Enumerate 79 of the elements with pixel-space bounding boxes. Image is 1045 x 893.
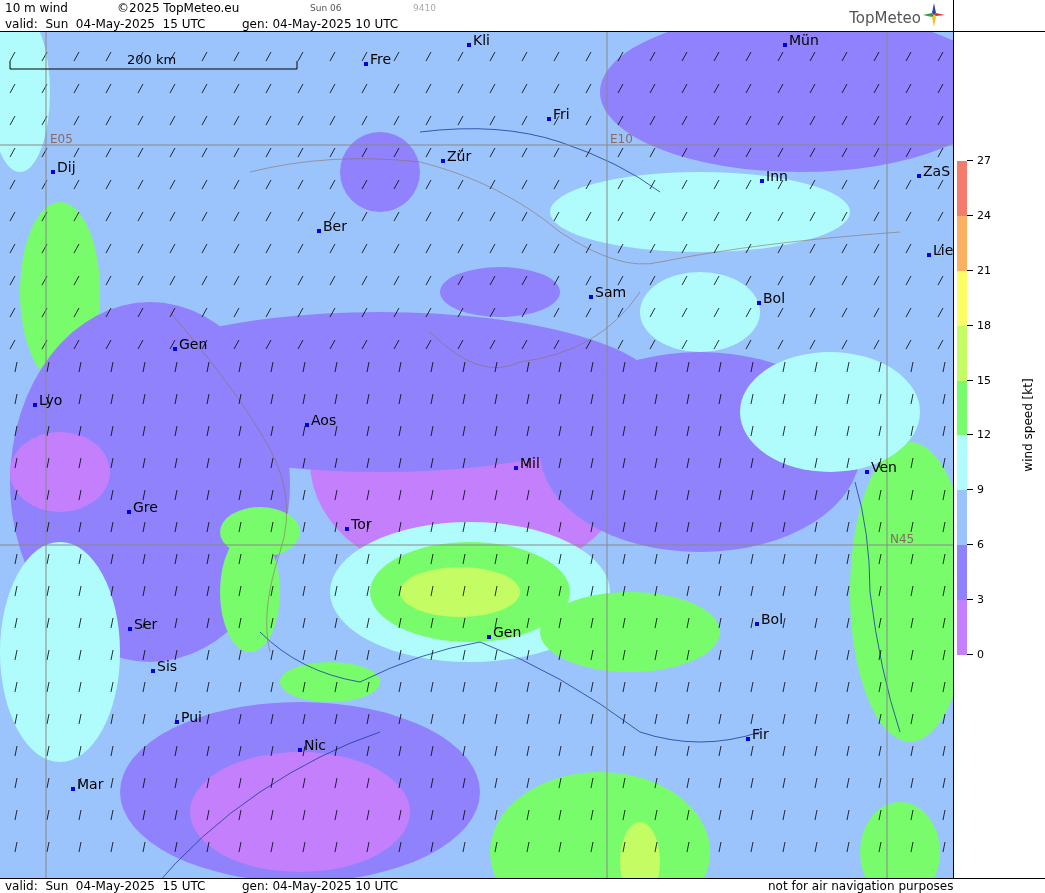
tick-label: 9 [977,483,984,497]
tick-label: 0 [977,648,984,661]
tick-label: 3 [977,593,984,607]
city-label: Tor [351,517,372,531]
run-code: 9410 [413,3,436,13]
disclaimer-text: not for air navigation purposes [768,879,954,893]
city-marker [364,62,368,66]
valid-time: valid: Sun 04-May-2025 15 UTC [5,879,207,893]
copyright-text: ©2025 TopMeteo.eu [117,1,241,15]
tick-label: 12 [977,428,991,442]
city-marker [746,737,750,741]
grid-label: E05 [50,132,73,146]
city-label: Lie [933,243,953,257]
city-marker [917,174,921,178]
day-code: Sun 06 [310,3,343,13]
city-label: Gre [133,500,158,514]
city-marker [783,43,787,47]
city-label: ZaS [923,164,951,178]
tick-label: 18 [977,318,991,332]
generated-time: gen: 04-May-2025 10 UTC [242,16,399,31]
city-marker [305,423,309,427]
city-marker [51,170,55,174]
city-label: Gen [179,337,208,351]
scale-label: 200 km [127,52,177,67]
city-marker [441,159,445,163]
tick-label: 24 [977,208,991,222]
city-label: Zür [447,149,472,163]
city-marker [589,295,593,299]
city-label: Bol [761,612,784,626]
city-marker [33,403,37,407]
city-label: Gen [493,625,522,639]
city-label: Fre [370,52,392,66]
city-marker [175,720,179,724]
city-marker [865,470,869,474]
grid-label: E10 [610,132,633,146]
logo-text: TopMeteo [849,9,921,27]
city-label: Inn [766,169,788,183]
compass-star-icon [923,3,945,27]
city-marker [151,669,155,673]
city-label: Kli [473,33,490,47]
city-marker [927,253,931,257]
city-label: Fri [553,107,570,121]
city-label: Bol [763,291,786,305]
city-marker [760,179,764,183]
city-label: Pui [181,710,202,724]
tick-label: 6 [977,538,984,552]
city-marker [345,527,349,531]
city-label: Aos [311,413,337,427]
city-marker [514,466,518,470]
city-marker [127,510,131,514]
grid-label: N45 [890,532,915,546]
city-marker [173,347,177,351]
city-label: Ser [134,617,158,631]
city-marker [298,748,302,752]
tick-label: 15 [977,373,991,387]
tick-label: 27 [977,154,991,167]
city-marker [547,117,551,121]
city-label: Fir [752,727,769,741]
city-label: Sis [157,659,178,673]
city-label: Sam [595,285,627,299]
valid-time: valid: Sun 04-May-2025 15 UTC [5,16,207,31]
city-marker [757,301,761,305]
city-label: Mil [520,456,540,470]
axis-title: wind speed [kt] [1021,377,1035,474]
city-label: Ber [323,219,347,233]
chart-title: 10 m wind [5,1,69,15]
city-marker [487,635,491,639]
city-marker [128,627,132,631]
city-marker [71,787,75,791]
tick-label: 21 [977,263,991,277]
city-marker [467,43,471,47]
city-label: Mar [77,777,104,791]
city-label: Dij [57,160,76,174]
city-marker [755,622,759,626]
city-label: Mün [789,33,819,47]
city-label: Nic [304,738,327,752]
generated-time: gen: 04-May-2025 10 UTC [242,879,400,893]
city-marker [317,229,321,233]
city-label: Lyo [39,393,63,407]
